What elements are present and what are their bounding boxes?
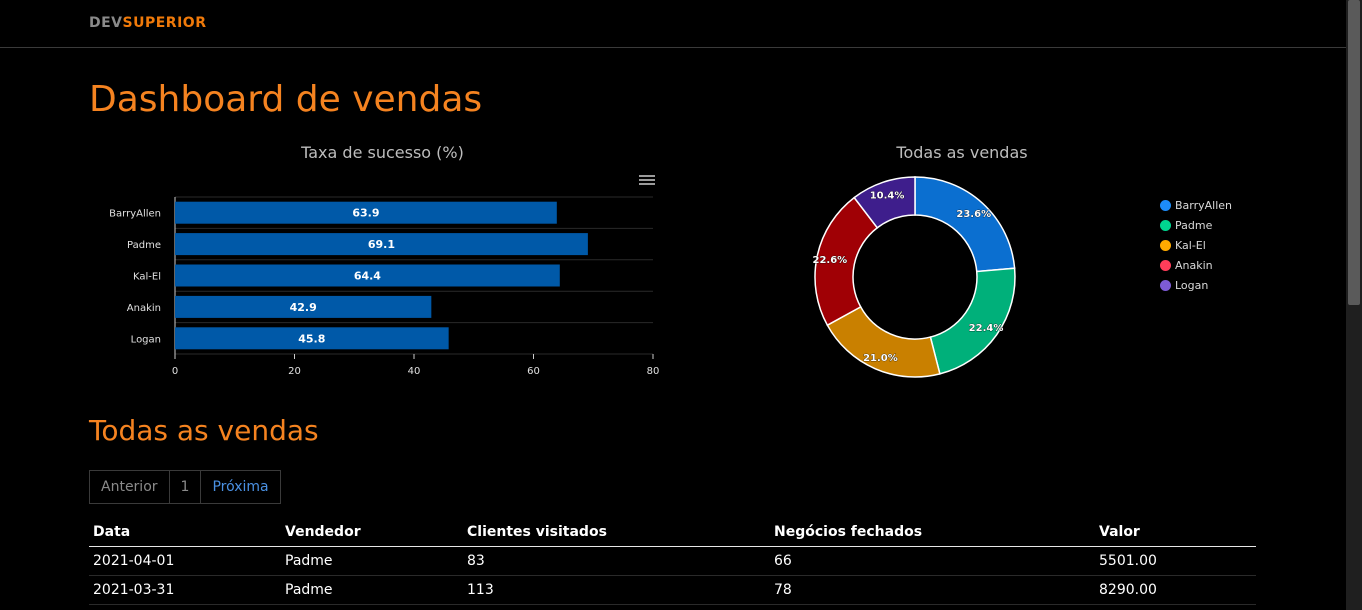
page-1-button[interactable]: 1 (169, 470, 202, 504)
legend-label: Padme (1175, 218, 1213, 232)
legend-item[interactable]: Padme (1160, 215, 1232, 235)
column-header-negocios: Negócios fechados (770, 517, 1095, 547)
bar-chart-tick-label: 0 (172, 366, 178, 377)
legend-marker (1160, 259, 1171, 271)
cell-date: 2021-04-01 (89, 546, 281, 576)
cell-amount: 8290.00 (1095, 575, 1256, 605)
bar-chart: BarryAllen 63.9 Padme 69.1 Kal-El 64.4 Anakin 4… (109, 196, 660, 377)
legend-label: Kal-El (1175, 238, 1206, 252)
bar-chart-tick-label: 40 (408, 366, 421, 377)
bar-category-label: Kal-El (133, 272, 161, 283)
cell-visited: 113 (463, 575, 770, 605)
donut-value-label: 22.6% (813, 255, 848, 266)
cell-seller: Padme (281, 575, 463, 605)
table-row: 2021-03-31 Padme 113 78 8290.00 (89, 575, 1256, 605)
bar-value-label: 45.8 (298, 332, 325, 345)
scrollbar-thumb[interactable] (1348, 0, 1360, 305)
column-header-valor: Valor (1095, 517, 1256, 547)
legend-marker (1160, 279, 1171, 291)
column-header-data: Data (89, 517, 281, 547)
donut-value-label: 22.4% (969, 323, 1004, 334)
bar-category-label: Anakin (127, 303, 161, 314)
cell-deals: 78 (770, 575, 1095, 605)
legend-label: Anakin (1175, 258, 1213, 272)
table-row: 2021-04-01 Padme 83 66 5501.00 (89, 546, 1256, 576)
donut-value-label: 21.0% (863, 353, 898, 364)
sales-table: Data Vendedor Clientes visitados Negócio… (89, 517, 1256, 605)
bar-value-label: 42.9 (290, 301, 317, 314)
donut-slice (914, 176, 1016, 273)
donut-legend: BarryAllen Padme Kal-El Anakin Logan (1160, 195, 1232, 295)
bar-value-label: 63.9 (352, 207, 379, 220)
bar-chart-tick-label: 20 (288, 366, 301, 377)
legend-marker (1160, 219, 1171, 231)
donut-value-label: 10.4% (870, 191, 905, 202)
legend-marker (1160, 199, 1171, 211)
cell-seller: Padme (281, 546, 463, 576)
legend-item[interactable]: Anakin (1160, 255, 1232, 275)
table-header-row: Data Vendedor Clientes visitados Negócio… (89, 517, 1256, 547)
legend-label: Logan (1175, 278, 1209, 292)
bar-value-label: 64.4 (354, 270, 381, 283)
cell-visited: 83 (463, 546, 770, 576)
bar-chart-tick-label: 80 (647, 366, 660, 377)
bar-chart-tick-label: 60 (527, 366, 540, 377)
previous-page-button[interactable]: Anterior (89, 470, 170, 504)
next-page-button[interactable]: Próxima (201, 470, 281, 504)
cell-date: 2021-03-31 (89, 575, 281, 605)
legend-label: BarryAllen (1175, 198, 1233, 212)
donut-value-label: 23.6% (956, 209, 991, 220)
page-scrollbar[interactable] (1346, 0, 1362, 610)
legend-item[interactable]: BarryAllen (1160, 195, 1232, 215)
legend-marker (1160, 239, 1171, 251)
pagination: Anterior 1 Próxima (89, 470, 281, 504)
cell-amount: 5501.00 (1095, 546, 1256, 576)
legend-item[interactable]: Logan (1160, 275, 1232, 295)
bar-category-label: BarryAllen (109, 209, 161, 220)
legend-item[interactable]: Kal-El (1160, 235, 1232, 255)
sales-section-title: Todas as vendas (89, 414, 319, 447)
bar-category-label: Padme (127, 240, 161, 251)
bar-category-label: Logan (131, 334, 161, 345)
donut-chart: 23.6% 22.4% 21.0% 22.6% 10.4% (812, 176, 1016, 378)
column-header-vendedor: Vendedor (281, 517, 463, 547)
cell-deals: 66 (770, 546, 1095, 576)
donut-slice (826, 305, 941, 378)
column-header-clientes: Clientes visitados (463, 517, 770, 547)
bar-value-label: 69.1 (368, 238, 395, 251)
donut-slice (929, 267, 1016, 375)
